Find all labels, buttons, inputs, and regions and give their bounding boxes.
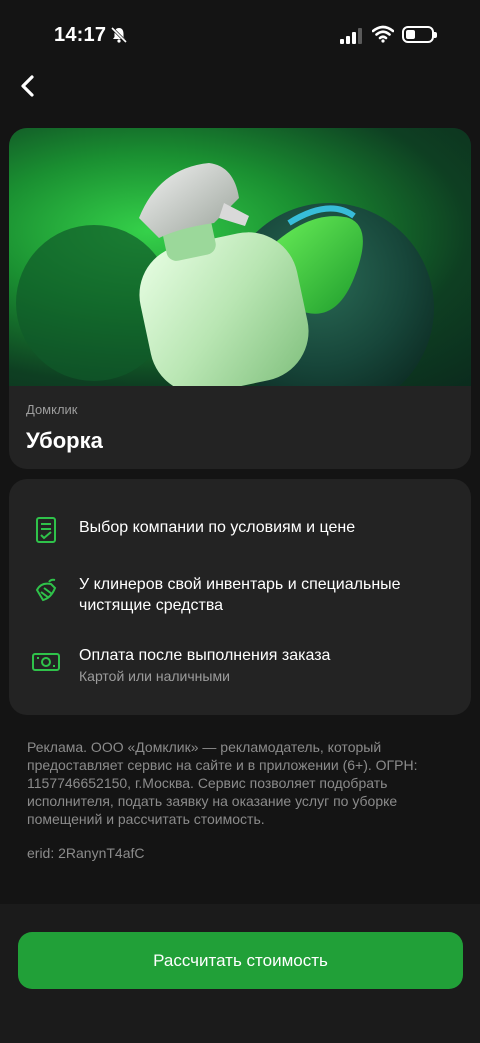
spray-bottle-illustration [16,163,434,386]
ad-disclaimer: Реклама. ООО «Домклик» — рекламодатель, … [27,739,418,827]
features-card: Выбор компании по условиям и цене У клин… [9,479,471,715]
cash-banknote-icon [32,653,60,671]
hero-illustration [9,128,471,386]
provider-label: Домклик [26,402,78,417]
checklist-document-icon [36,517,56,543]
erid-label: erid: 2RanynT4afC [27,845,145,861]
calculate-cost-button[interactable]: Рассчитать стоимость [18,932,463,989]
chevron-left-icon [21,75,34,97]
feature-text: Оплата после выполнения заказа [79,647,331,664]
cleaning-brush-icon [35,578,57,602]
feature-text: Выбор компании по условиям и цене [79,519,356,536]
service-card: Домклик Уборка [9,128,471,469]
bell-muted-icon [110,26,128,44]
feature-text: У клинеров свой инвентарь и специальные … [79,576,401,614]
status-bar: 14:17 [0,0,480,70]
wifi-icon [372,25,394,43]
battery-icon [402,26,437,43]
back-button[interactable] [8,66,48,106]
service-title: Уборка [26,428,103,453]
cellular-signal-icon [340,28,362,44]
feature-subtext: Картой или наличными [79,668,230,684]
status-time: 14:17 [54,24,107,46]
